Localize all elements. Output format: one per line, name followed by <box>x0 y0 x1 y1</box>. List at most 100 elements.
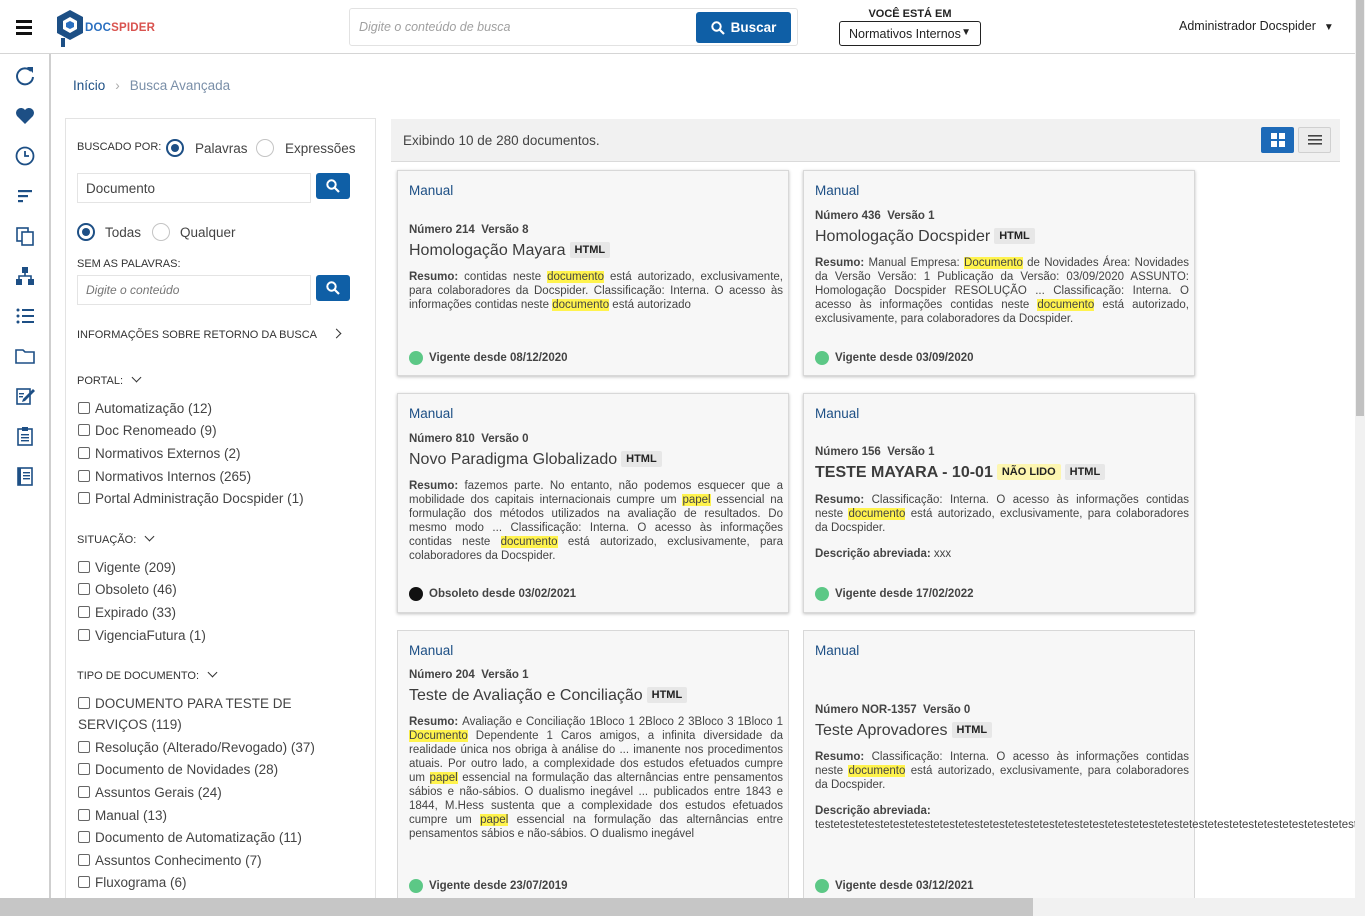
checkbox[interactable] <box>78 629 90 641</box>
checkbox[interactable] <box>78 470 90 482</box>
checkbox[interactable] <box>78 809 90 821</box>
tipo-filter-item[interactable]: Manual (13) <box>78 805 363 826</box>
situacao-filter-item[interactable]: VigenciaFutura (1) <box>78 625 363 646</box>
heart-icon[interactable] <box>0 96 49 136</box>
filter-item-label: Expirado (33) <box>95 605 177 620</box>
edit-icon[interactable] <box>0 376 49 416</box>
document-title[interactable]: Teste Aprovadores HTML <box>815 722 993 740</box>
vertical-scrollbar-thumb[interactable] <box>1356 0 1364 416</box>
breadcrumb-home[interactable]: Início <box>73 78 105 93</box>
checkbox[interactable] <box>78 763 90 775</box>
filters-panel: BUSCADO POR: Palavras Expressões Todas Q… <box>65 118 376 916</box>
checkbox[interactable] <box>78 561 90 573</box>
sort-icon[interactable] <box>0 176 49 216</box>
horizontal-scrollbar[interactable] <box>0 898 1355 916</box>
clock-icon[interactable] <box>0 136 49 176</box>
vertical-scrollbar[interactable] <box>1355 0 1365 916</box>
list-view-button[interactable] <box>1298 127 1331 153</box>
checkbox[interactable] <box>78 741 90 753</box>
hamburger-menu-icon[interactable] <box>16 20 32 35</box>
filter-item-label: Assuntos Gerais (24) <box>95 785 222 800</box>
summary-label: Resumo: <box>815 751 872 763</box>
tipo-section-toggle[interactable]: TIPO DE DOCUMENTO: <box>77 667 218 682</box>
book-icon[interactable] <box>0 456 49 496</box>
checkbox[interactable] <box>78 831 90 843</box>
document-title[interactable]: Homologação Docspider HTML <box>815 228 1035 246</box>
search-button[interactable]: Buscar <box>696 12 791 43</box>
portal-context-select[interactable]: Normativos Internos ▼ <box>839 21 981 46</box>
folder-icon[interactable] <box>0 336 49 376</box>
status-badge: Vigente desde 03/12/2021 <box>815 879 974 893</box>
checkbox[interactable] <box>78 606 90 618</box>
checkbox[interactable] <box>78 447 90 459</box>
portal-filter-item[interactable]: Automatização (12) <box>78 398 363 419</box>
situacao-filter-item[interactable]: Vigente (209) <box>78 557 363 578</box>
portal-section-toggle[interactable]: PORTAL: <box>77 372 142 387</box>
hierarchy-icon[interactable] <box>0 256 49 296</box>
results-toolbar: Exibindo 10 de 280 documentos. <box>391 119 1340 162</box>
search-icon <box>326 281 340 295</box>
global-search-input[interactable] <box>350 9 695 45</box>
portal-filter-item[interactable]: Portal Administração Docspider (1) <box>78 488 363 509</box>
situacao-section-toggle[interactable]: SITUAÇÃO: <box>77 531 155 546</box>
search-info-toggle[interactable]: INFORMAÇÕES SOBRE RETORNO DA BUSCA <box>77 328 342 341</box>
checkbox[interactable] <box>78 854 90 866</box>
tipo-filter-item[interactable]: Documento de Novidades (28) <box>78 759 363 780</box>
document-number: Número 214 Versão 8 <box>409 224 529 236</box>
tipo-filter-item[interactable]: Assuntos Gerais (24) <box>78 782 363 803</box>
list-icon[interactable] <box>0 296 49 336</box>
portal-filter-item[interactable]: Normativos Externos (2) <box>78 443 363 464</box>
document-card[interactable]: Manual Número 156 Versão 1 TESTE MAYARA … <box>803 393 1195 613</box>
results-count: Exibindo 10 de 280 documentos. <box>403 133 600 148</box>
without-words-input[interactable] <box>77 275 311 305</box>
search-term-input[interactable] <box>77 173 311 203</box>
document-title[interactable]: TESTE MAYARA - 10-01 NÃO LIDO HTML <box>815 464 1106 482</box>
search-term-button[interactable] <box>316 173 350 199</box>
html-tag: HTML <box>646 687 688 703</box>
radio-words[interactable] <box>166 139 184 157</box>
document-card[interactable]: Manual Número 214 Versão 8 Homologação M… <box>397 170 789 376</box>
clipboard-icon[interactable] <box>0 416 49 456</box>
checkbox[interactable] <box>78 424 90 436</box>
portal-filter-item[interactable]: Doc Renomeado (9) <box>78 420 363 441</box>
tipo-filter-item[interactable]: Resolução (Alterado/Revogado) (37) <box>78 737 363 758</box>
without-words-button[interactable] <box>316 275 350 301</box>
checkbox[interactable] <box>78 492 90 504</box>
tipo-filter-item[interactable]: Assuntos Conhecimento (7) <box>78 850 363 871</box>
document-card[interactable]: Manual Número NOR-1357 Versão 0 Teste Ap… <box>803 630 1355 900</box>
document-card[interactable]: Manual Número 204 Versão 1 Teste de Aval… <box>397 630 789 900</box>
grid-view-button[interactable] <box>1261 127 1294 153</box>
document-title[interactable]: Novo Paradigma Globalizado HTML <box>409 451 662 469</box>
document-title[interactable]: Homologação Mayara HTML <box>409 242 611 260</box>
radio-any[interactable] <box>152 223 170 241</box>
document-card[interactable]: Manual Número 810 Versão 0 Novo Paradigm… <box>397 393 789 613</box>
situacao-filter-item[interactable]: Expirado (33) <box>78 602 363 623</box>
docspider-logo[interactable]: DOCSPIDER <box>55 8 165 48</box>
document-card[interactable]: Manual Número 436 Versão 1 Homologação D… <box>803 170 1195 376</box>
refresh-icon[interactable] <box>0 56 49 96</box>
tipo-filter-item[interactable]: DOCUMENTO PARA TESTE DE SERVIÇOS (119) <box>78 693 363 735</box>
radio-all-label: Todas <box>105 225 142 240</box>
document-type: Manual <box>409 406 454 421</box>
tipo-filter-item[interactable]: Fluxograma (6) <box>78 872 363 893</box>
checkbox[interactable] <box>78 402 90 414</box>
search-icon <box>326 179 340 193</box>
checkbox[interactable] <box>78 876 90 888</box>
user-menu[interactable]: Administrador Docspider ▼ <box>1179 19 1334 33</box>
copy-icon[interactable] <box>0 216 49 256</box>
short-description: Descrição abreviada: xxx <box>815 548 952 560</box>
checkbox[interactable] <box>78 583 90 595</box>
document-title[interactable]: Teste de Avaliação e Conciliação HTML <box>409 687 688 705</box>
situacao-filter-item[interactable]: Obsoleto (46) <box>78 579 363 600</box>
radio-expressions[interactable] <box>256 139 274 157</box>
checkbox[interactable] <box>78 697 90 709</box>
portal-filter-item[interactable]: Normativos Internos (265) <box>78 466 363 487</box>
document-summary: Resumo: Classificação: Interna. O acesso… <box>815 494 1190 534</box>
chevron-down-icon <box>131 372 142 383</box>
chevron-right-icon <box>331 328 342 339</box>
tipo-filter-item[interactable]: Documento de Automatização (11) <box>78 827 363 848</box>
filter-item-label: Normativos Externos (2) <box>95 446 241 461</box>
radio-all[interactable] <box>77 223 95 241</box>
horizontal-scrollbar-thumb[interactable] <box>0 898 1033 916</box>
checkbox[interactable] <box>78 786 90 798</box>
